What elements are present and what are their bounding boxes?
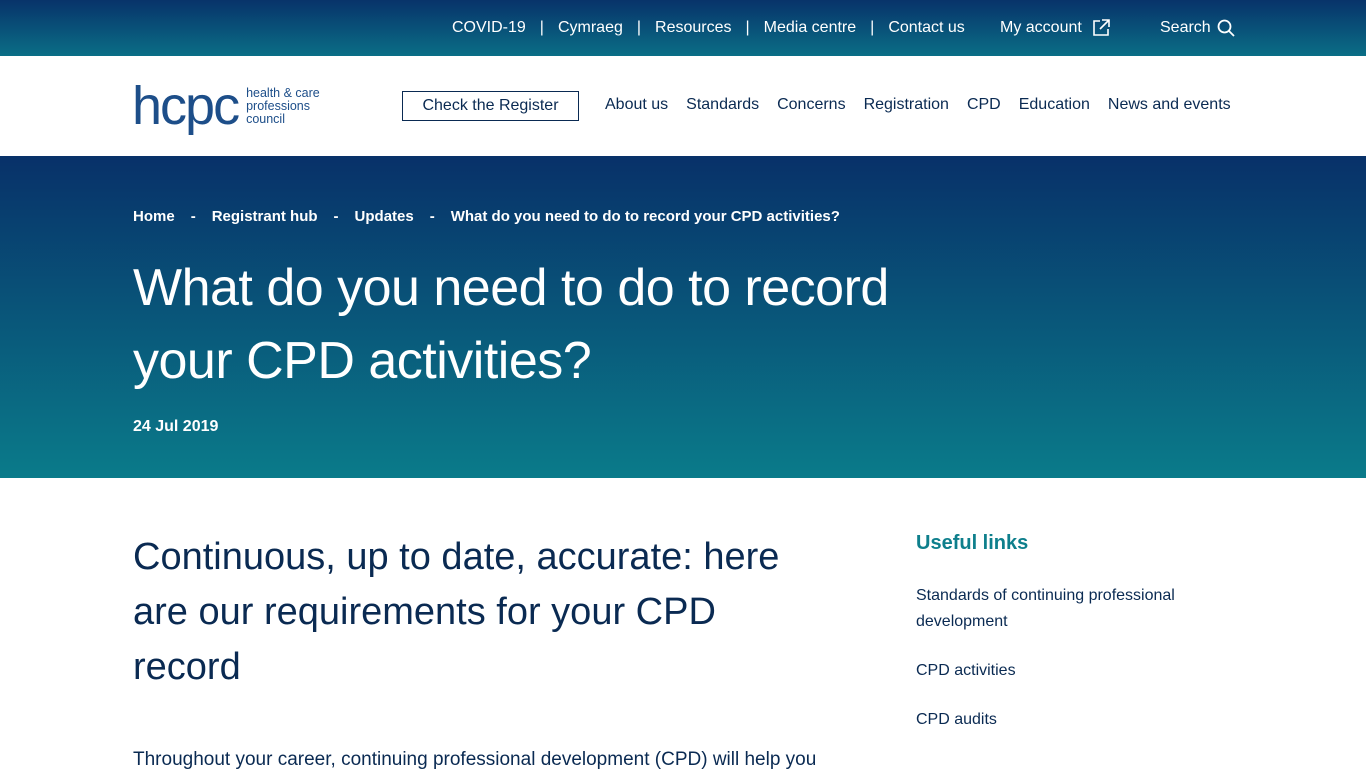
lead-heading: Continuous, up to date, accurate: here a… (133, 536, 780, 688)
top-nav-separator: | (870, 19, 875, 36)
breadcrumb-home[interactable]: Home (133, 208, 175, 225)
nav-concerns[interactable]: Concerns (777, 96, 845, 114)
hcpc-logo[interactable]: hcpc health & care professions council (132, 76, 320, 136)
page-title: What do you need to do to record your CP… (133, 259, 889, 390)
nav-education[interactable]: Education (1019, 96, 1090, 114)
breadcrumb-separator: - (190, 208, 196, 225)
publish-date: 24 Jul 2019 (133, 418, 219, 435)
search-label: Search (1160, 19, 1211, 36)
top-nav-resources[interactable]: Resources (655, 19, 731, 37)
logo-line: council (246, 111, 285, 126)
logo-mark: hcpc (132, 76, 240, 136)
top-utility-bar: COVID-19 | Cymraeg | Resources | Media c… (0, 0, 1366, 56)
my-account-label: My account (1000, 19, 1082, 36)
search-icon (1217, 19, 1235, 37)
top-nav-cymraeg[interactable]: Cymraeg (558, 19, 623, 37)
breadcrumb-current: What do you need to do to record your CP… (450, 208, 840, 225)
top-nav: COVID-19 | Cymraeg | Resources | Media c… (452, 18, 965, 38)
nav-news-and-events[interactable]: News and events (1108, 96, 1231, 114)
external-link-icon (1092, 19, 1110, 37)
top-nav-separator: | (745, 19, 750, 36)
logo-text: health & care professions council (246, 85, 320, 126)
main-header: hcpc health & care professions council C… (0, 56, 1366, 156)
hero-banner: Home - Registrant hub - Updates - What d… (0, 156, 1366, 478)
breadcrumb: Home - Registrant hub - Updates - What d… (133, 208, 840, 225)
breadcrumb-registrant-hub[interactable]: Registrant hub (212, 208, 318, 225)
top-nav-contact-us[interactable]: Contact us (888, 19, 964, 37)
useful-links-heading: Useful links (916, 532, 1029, 554)
logo-line: health & care (246, 85, 320, 100)
top-nav-media-centre[interactable]: Media centre (764, 19, 857, 37)
my-account-link[interactable]: My account (1000, 18, 1110, 38)
top-nav-covid[interactable]: COVID-19 (452, 19, 526, 37)
link-cpd-activities[interactable]: CPD activities (916, 658, 1216, 684)
breadcrumb-separator: - (333, 208, 339, 225)
link-standards-cpd[interactable]: Standards of continuing professional dev… (916, 583, 1216, 635)
nav-about-us[interactable]: About us (605, 96, 668, 114)
nav-standards[interactable]: Standards (686, 96, 759, 114)
link-cpd-audits[interactable]: CPD audits (916, 707, 1216, 733)
breadcrumb-updates[interactable]: Updates (355, 208, 414, 225)
top-nav-separator: | (636, 19, 642, 36)
top-nav-separator: | (539, 19, 544, 36)
check-register-button[interactable]: Check the Register (402, 91, 579, 121)
nav-cpd[interactable]: CPD (967, 96, 1001, 114)
logo-line: professions (246, 98, 311, 113)
useful-links-sidebar: Useful links Standards of continuing pro… (916, 532, 1216, 756)
main-nav: About us Standards Concerns Registration… (605, 96, 1231, 114)
search-link[interactable]: Search (1160, 18, 1235, 38)
body-paragraph: Throughout your career, continuing profe… (133, 749, 817, 770)
nav-registration[interactable]: Registration (864, 96, 949, 114)
breadcrumb-separator: - (429, 208, 435, 225)
